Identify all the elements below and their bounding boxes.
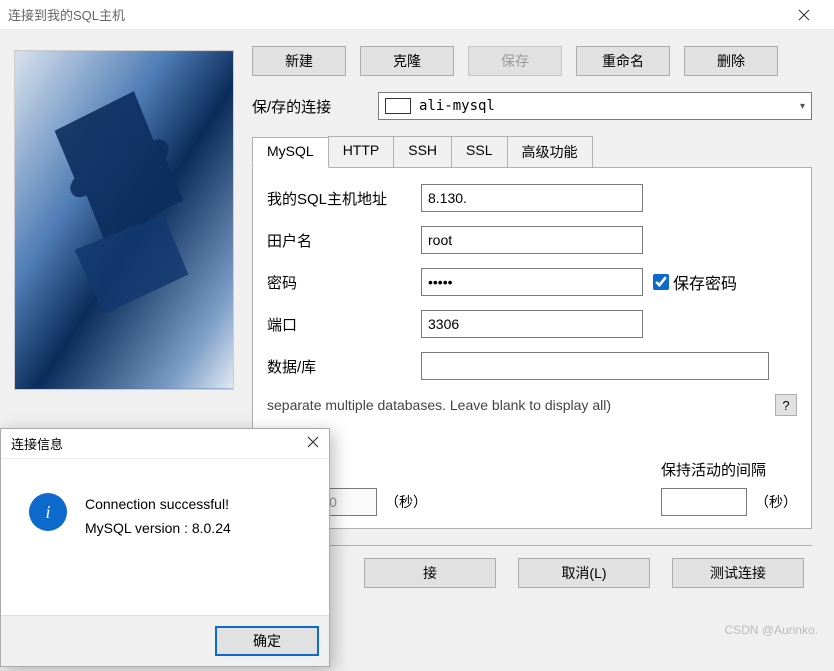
tab-mysql[interactable]: MySQL xyxy=(252,137,329,168)
dialog-title: 连接信息 xyxy=(11,434,307,453)
test-connection-button[interactable]: 测试连接 xyxy=(672,558,804,588)
info-icon: i xyxy=(29,493,67,531)
keepalive-label: 保持活动的间隔 xyxy=(661,459,797,480)
toolbar: 新建 克隆 保存 重命名 删除 xyxy=(248,46,816,76)
saved-connections-select[interactable]: ali-mysql ▾ xyxy=(378,92,812,120)
footer-buttons: 接 取消(L) 测试连接 xyxy=(252,545,812,600)
tab-ssl[interactable]: SSL xyxy=(451,136,507,167)
user-input[interactable] xyxy=(421,226,643,254)
dialog-ok-button[interactable]: 确定 xyxy=(215,626,319,656)
dialog-line1: Connection successful! xyxy=(85,493,231,517)
password-label: 密码 xyxy=(267,272,421,293)
port-input[interactable] xyxy=(421,310,643,338)
dialog-footer: 确定 xyxy=(1,615,329,666)
password-input[interactable] xyxy=(421,268,643,296)
help-button[interactable]: ? xyxy=(775,394,797,416)
tab-advanced[interactable]: 高级功能 xyxy=(507,136,593,167)
timeout-row: 闲超时 （秒） 保持活动的间隔 （秒） xyxy=(267,459,797,516)
chevron-down-icon: ▾ xyxy=(800,101,805,112)
delete-button[interactable]: 删除 xyxy=(684,46,778,76)
connection-color-swatch xyxy=(385,98,411,114)
tab-http[interactable]: HTTP xyxy=(328,136,395,167)
database-hint-row: separate multiple databases. Leave blank… xyxy=(267,394,797,416)
keepalive-unit: （秒） xyxy=(755,492,797,512)
save-password-label: 保存密码 xyxy=(673,270,737,294)
tab-panel-mysql: 我的SQL主机地址 田户名 密码 保存密码 端口 数据/库 xyxy=(252,167,812,529)
compress-label: 压缩协议 xyxy=(267,428,797,449)
content-area: 新建 克隆 保存 重命名 删除 保/存的连接 ali-mysql ▾ MySQL… xyxy=(248,30,834,671)
dialog-close-icon[interactable] xyxy=(307,435,319,453)
port-label: 端口 xyxy=(267,314,421,335)
host-input[interactable] xyxy=(421,184,643,212)
dialog-body: i Connection successful! MySQL version :… xyxy=(1,459,329,615)
user-label: 田户名 xyxy=(267,230,421,251)
database-input[interactable] xyxy=(421,352,769,380)
dialog-message: Connection successful! MySQL version : 8… xyxy=(85,493,231,605)
database-hint: separate multiple databases. Leave blank… xyxy=(267,397,611,413)
dialog-line2: MySQL version : 8.0.24 xyxy=(85,517,231,541)
connection-info-dialog: 连接信息 i Connection successful! MySQL vers… xyxy=(0,428,330,667)
idle-unit: （秒） xyxy=(385,492,427,512)
connect-button[interactable]: 接 xyxy=(364,558,496,588)
selected-connection-name: ali-mysql xyxy=(419,98,800,114)
save-password-checkbox[interactable]: 保存密码 xyxy=(653,270,737,294)
new-button[interactable]: 新建 xyxy=(252,46,346,76)
clone-button[interactable]: 克隆 xyxy=(360,46,454,76)
database-label: 数据/库 xyxy=(267,356,421,377)
title-bar: 连接到我的SQL主机 xyxy=(0,0,834,30)
saved-connections-label: 保/存的连接 xyxy=(252,96,378,117)
saved-connections-row: 保/存的连接 ali-mysql ▾ xyxy=(248,92,816,120)
dialog-title-bar: 连接信息 xyxy=(1,429,329,459)
save-password-box[interactable] xyxy=(653,274,669,290)
tab-bar: MySQL HTTP SSH SSL 高级功能 xyxy=(248,136,816,167)
rename-button[interactable]: 重命名 xyxy=(576,46,670,76)
save-button: 保存 xyxy=(468,46,562,76)
tab-ssh[interactable]: SSH xyxy=(393,136,452,167)
window-title: 连接到我的SQL主机 xyxy=(8,5,782,24)
decorative-image xyxy=(14,50,234,390)
cancel-button[interactable]: 取消(L) xyxy=(518,558,650,588)
host-label: 我的SQL主机地址 xyxy=(267,188,421,209)
keepalive-input[interactable] xyxy=(661,488,747,516)
close-icon[interactable] xyxy=(782,0,826,29)
